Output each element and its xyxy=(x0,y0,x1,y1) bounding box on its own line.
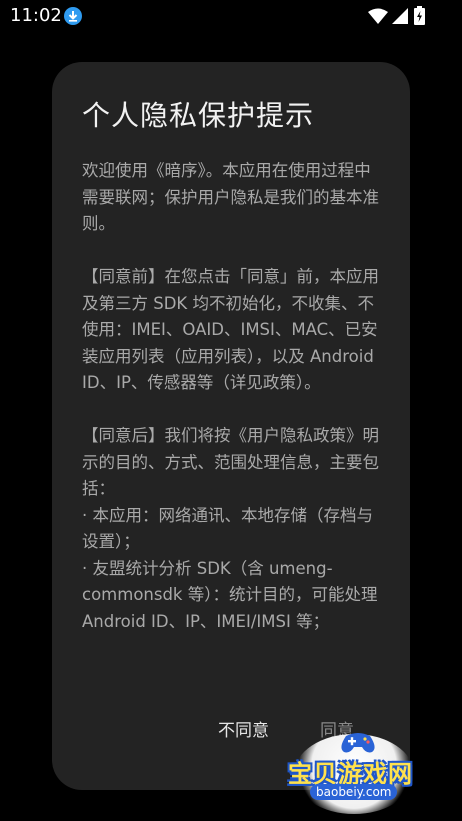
before-consent-paragraph: 【同意前】在您点击「同意」前，本应用及第三方 SDK 均不初始化，不收集、不使用… xyxy=(82,267,379,392)
disagree-button[interactable]: 不同意 xyxy=(212,712,275,745)
signal-icon xyxy=(392,8,408,24)
download-icon xyxy=(64,7,82,25)
battery-charging-icon xyxy=(414,6,425,25)
after-consent-paragraph: 【同意后】我们将按《用户隐私政策》明示的目的、方式、范围处理信息，主要包括： ·… xyxy=(82,426,379,631)
status-time: 11:02 xyxy=(10,5,62,26)
gamepad-icon xyxy=(341,733,375,753)
watermark: 宝贝游戏网 baobeiy.com xyxy=(282,726,432,816)
wifi-icon xyxy=(368,8,388,24)
dialog-title: 个人隐私保护提示 xyxy=(82,99,315,132)
watermark-url: baobeiy.com xyxy=(310,784,398,800)
status-bar: 11:02 xyxy=(0,0,462,32)
intro-paragraph: 欢迎使用《暗序》。本应用在使用过程中需要联网；保护用户隐私是我们的基本准则。 xyxy=(82,161,379,233)
privacy-dialog: 个人隐私保护提示 欢迎使用《暗序》。本应用在使用过程中需要联网；保护用户隐私是我… xyxy=(52,62,410,790)
dialog-body[interactable]: 欢迎使用《暗序》。本应用在使用过程中需要联网；保护用户隐私是我们的基本准则。 【… xyxy=(82,158,382,678)
